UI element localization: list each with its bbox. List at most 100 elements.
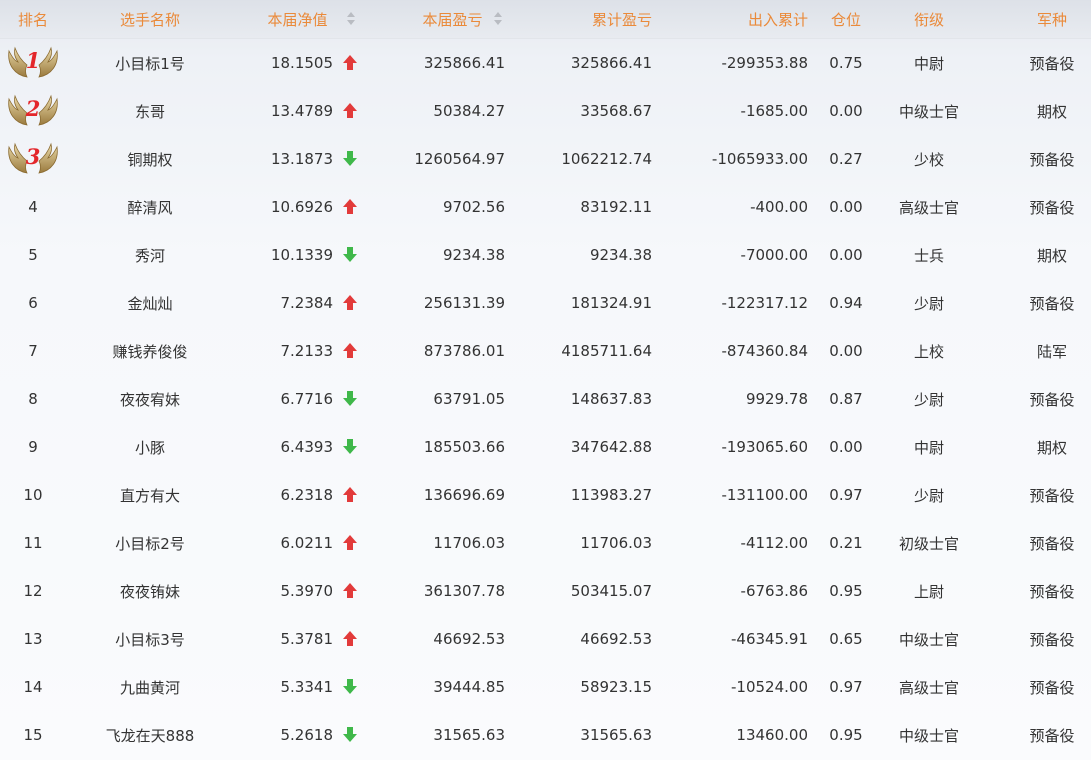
flow-value: -46345.91 [731, 630, 808, 648]
header-name[interactable]: 选手名称 [85, 0, 215, 38]
table-row[interactable]: 10 直方有大 6.2318 136696.69 113983.27 -1311… [0, 471, 1091, 519]
rank-number: 14 [23, 678, 43, 696]
header-position[interactable]: 仓位 [822, 0, 870, 38]
player-name[interactable]: 小目标3号 [85, 615, 215, 663]
header-rank[interactable]: 排名 [0, 0, 66, 38]
profit-value: 50384.27 [433, 102, 505, 120]
nav-value: 6.2318 [280, 486, 334, 504]
trend-cell [336, 375, 364, 423]
table-row[interactable]: 7 赚钱养俊俊 7.2133 873786.01 4185711.64 -874… [0, 327, 1091, 375]
table-row[interactable]: 13 小目标3号 5.3781 46692.53 46692.53 -46345… [0, 615, 1091, 663]
trend-cell [336, 135, 364, 183]
army-type: 预备役 [1029, 582, 1075, 601]
sort-icon[interactable] [346, 11, 356, 27]
player-name[interactable]: 直方有大 [85, 471, 215, 519]
player-name[interactable]: 小目标1号 [85, 39, 215, 87]
cumulative-value: 9234.38 [589, 246, 652, 264]
cumulative-value: 83192.11 [580, 198, 652, 216]
player-name[interactable]: 东哥 [85, 87, 215, 135]
rank-title: 少校 [913, 150, 944, 169]
header-army[interactable]: 军种 [1010, 0, 1091, 38]
army-type: 陆军 [1036, 342, 1067, 361]
position-value: 0.95 [829, 726, 863, 744]
table-row[interactable]: 11 小目标2号 6.0211 11706.03 11706.03 -4112.… [0, 519, 1091, 567]
nav-value: 18.1505 [270, 54, 333, 72]
position-value: 0.00 [829, 102, 863, 120]
player-name[interactable]: 醉清风 [85, 183, 215, 231]
red-up-arrow-icon [343, 55, 357, 71]
red-up-arrow-icon [343, 295, 357, 311]
profit-value: 361307.78 [423, 582, 505, 600]
table-row[interactable]: 1 小目标1号 18.1505 325866.41 325866.41 -299… [0, 39, 1091, 87]
table-row[interactable]: 5 秀河 10.1339 9234.38 9234.38 -7000.00 0.… [0, 231, 1091, 279]
rank-number: 6 [28, 294, 38, 312]
green-down-arrow-icon [343, 151, 357, 167]
table-row[interactable]: 15 飞龙在天888 5.2618 31565.63 31565.63 1346… [0, 711, 1091, 759]
player-name[interactable]: 赚钱养俊俊 [85, 327, 215, 375]
table-row[interactable]: 2 东哥 13.4789 50384.27 33568.67 -1685.00 … [0, 87, 1091, 135]
cumulative-value: 113983.27 [570, 486, 652, 504]
table-row[interactable]: 4 醉清风 10.6926 9702.56 83192.11 -400.00 0… [0, 183, 1091, 231]
flow-value: -874360.84 [721, 342, 808, 360]
nav-value: 5.3781 [280, 630, 334, 648]
flow-value: -1685.00 [740, 102, 808, 120]
nav-value: 10.6926 [270, 198, 333, 216]
header-nav[interactable]: 本届净值 [255, 0, 340, 38]
leaderboard-table: 排名 选手名称 本届净值 本届盈亏 累计盈亏 出入累计 仓位 衔级 军种 1 小… [0, 0, 1091, 759]
rank-cell: 8 [0, 375, 66, 423]
cumulative-value: 31565.63 [580, 726, 652, 744]
army-type: 预备役 [1029, 726, 1075, 745]
player-name[interactable]: 小目标2号 [85, 519, 215, 567]
nav-value: 13.4789 [270, 102, 333, 120]
table-row[interactable]: 6 金灿灿 7.2384 256131.39 181324.91 -122317… [0, 279, 1091, 327]
player-name[interactable]: 秀河 [85, 231, 215, 279]
army-type: 期权 [1036, 102, 1067, 121]
header-flow[interactable]: 出入累计 [660, 0, 808, 38]
header-rank-title[interactable]: 衔级 [875, 0, 983, 38]
rank-cell: 6 [0, 279, 66, 327]
rank-number: 13 [23, 630, 43, 648]
table-row[interactable]: 14 九曲黄河 5.3341 39444.85 58923.15 -10524.… [0, 663, 1091, 711]
rank-number: 3 [25, 144, 41, 169]
army-type: 预备役 [1029, 486, 1075, 505]
player-name[interactable]: 夜夜铕妹 [85, 567, 215, 615]
table-row[interactable]: 8 夜夜宥妹 6.7716 63791.05 148637.83 9929.78… [0, 375, 1091, 423]
green-down-arrow-icon [343, 679, 357, 695]
profit-value: 63791.05 [433, 390, 505, 408]
player-name[interactable]: 小豚 [85, 423, 215, 471]
rank-cell: 14 [0, 663, 66, 711]
flow-value: -7000.00 [740, 246, 808, 264]
player-name[interactable]: 铜期权 [85, 135, 215, 183]
player-name[interactable]: 金灿灿 [85, 279, 215, 327]
table-row[interactable]: 12 夜夜铕妹 5.3970 361307.78 503415.07 -6763… [0, 567, 1091, 615]
position-value: 0.75 [829, 54, 863, 72]
position-value: 0.87 [829, 390, 863, 408]
rank-number: 10 [23, 486, 43, 504]
header-profit[interactable]: 本届盈亏 [410, 0, 495, 38]
player-name[interactable]: 九曲黄河 [85, 663, 215, 711]
rank-title: 中级士官 [898, 630, 959, 649]
rank-title: 中级士官 [898, 102, 959, 121]
header-cumulative[interactable]: 累计盈亏 [520, 0, 652, 38]
player-name[interactable]: 飞龙在天888 [85, 711, 215, 759]
flow-value: -193065.60 [721, 438, 808, 456]
rank-title: 上校 [913, 342, 944, 361]
flow-value: -400.00 [750, 198, 808, 216]
army-type: 预备役 [1029, 294, 1075, 313]
profit-value: 873786.01 [423, 342, 505, 360]
winged-medal-icon: 3 [5, 139, 61, 179]
table-row[interactable]: 3 铜期权 13.1873 1260564.97 1062212.74 -106… [0, 135, 1091, 183]
profit-value: 31565.63 [433, 726, 505, 744]
sort-icon[interactable] [493, 11, 503, 27]
winged-medal-icon: 1 [5, 43, 61, 83]
flow-value: 13460.00 [736, 726, 808, 744]
flow-value: -10524.00 [731, 678, 808, 696]
flow-value: -4112.00 [740, 534, 808, 552]
rank-title: 少尉 [913, 486, 944, 505]
table-row[interactable]: 9 小豚 6.4393 185503.66 347642.88 -193065.… [0, 423, 1091, 471]
player-name[interactable]: 夜夜宥妹 [85, 375, 215, 423]
position-value: 0.97 [829, 678, 863, 696]
cumulative-value: 1062212.74 [561, 150, 652, 168]
rank-title: 上尉 [913, 582, 944, 601]
flow-value: -1065933.00 [711, 150, 808, 168]
